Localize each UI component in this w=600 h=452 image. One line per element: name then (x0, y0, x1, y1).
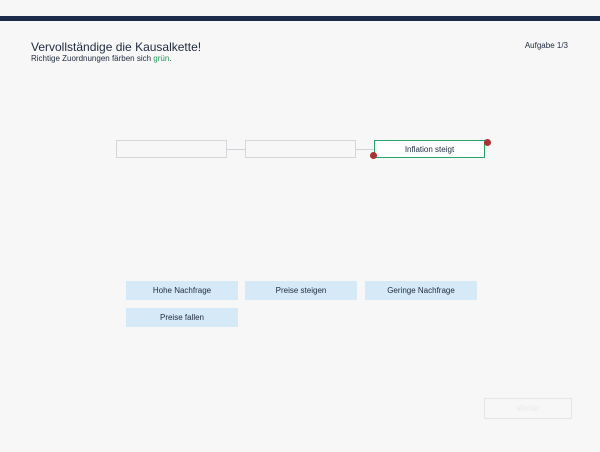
next-button[interactable]: Weiter (484, 398, 572, 419)
chain-slot-2[interactable] (245, 140, 356, 158)
task-counter: Aufgabe 1/3 (524, 41, 568, 50)
option-chip-preise-steigen[interactable]: Preise steigen (245, 281, 357, 300)
connection-handle-out[interactable] (484, 139, 491, 146)
instruction-suffix: . (169, 54, 172, 63)
top-bar (0, 16, 600, 21)
option-chip-geringe-nachfrage[interactable]: Geringe Nachfrage (365, 281, 477, 300)
instruction-highlight: grün (153, 54, 170, 63)
chain-slot-3[interactable]: Inflation steigt (374, 140, 485, 158)
instruction-prefix: Richtige Zuordnungen färben sich (31, 54, 154, 63)
instruction-text: Richtige Zuordnungen färben sich grün. (31, 54, 172, 63)
page-title: Vervollständige die Kausalkette! (31, 40, 202, 54)
connection-handle-in[interactable] (370, 152, 377, 159)
option-chip-preise-fallen[interactable]: Preise fallen (126, 308, 238, 327)
chain-connector-2 (356, 149, 374, 150)
chain-connector-1 (227, 149, 245, 150)
option-chip-hohe-nachfrage[interactable]: Hohe Nachfrage (126, 281, 238, 300)
chain-slot-1[interactable] (116, 140, 227, 158)
